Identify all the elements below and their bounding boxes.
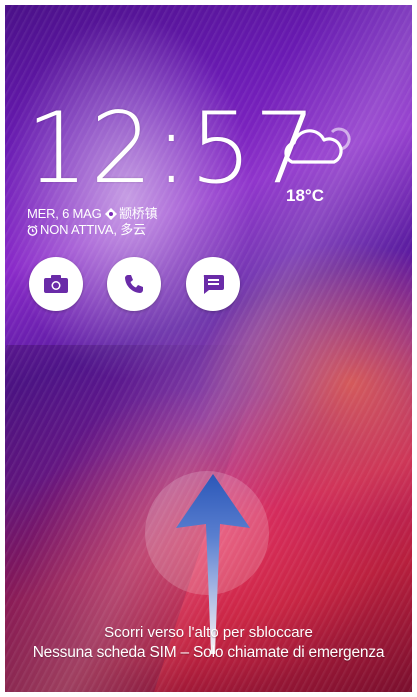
weather-temperature: 18°C [286,186,324,205]
alarm-condition: NON ATTIVA, 多云 [27,222,146,239]
location-icon [105,208,117,223]
alarm-icon [27,224,38,239]
sim-status: Nessuna scheda SIM – Solo chiamate di em… [32,644,385,661]
messages-shortcut-button[interactable] [186,257,240,311]
unlock-hint: Scorri verso l'alto per sbloccare [104,624,313,641]
location-text: 颛桥镇 [119,206,158,221]
camera-icon [43,274,69,294]
lock-screen: 12:57 18°C MER, 6 MAG 颛桥镇 NON ATTIVA, 多云 [5,5,412,692]
date-text: MER, 6 MAG [27,206,102,221]
date-location: MER, 6 MAG 颛桥镇 [27,206,158,223]
weather-condition: 多云 [120,222,146,237]
alarm-text: NON ATTIVA, [40,222,117,237]
phone-shortcut-button[interactable] [107,257,161,311]
camera-shortcut-button[interactable] [29,257,83,311]
phone-icon [123,273,145,295]
message-icon [201,273,225,295]
